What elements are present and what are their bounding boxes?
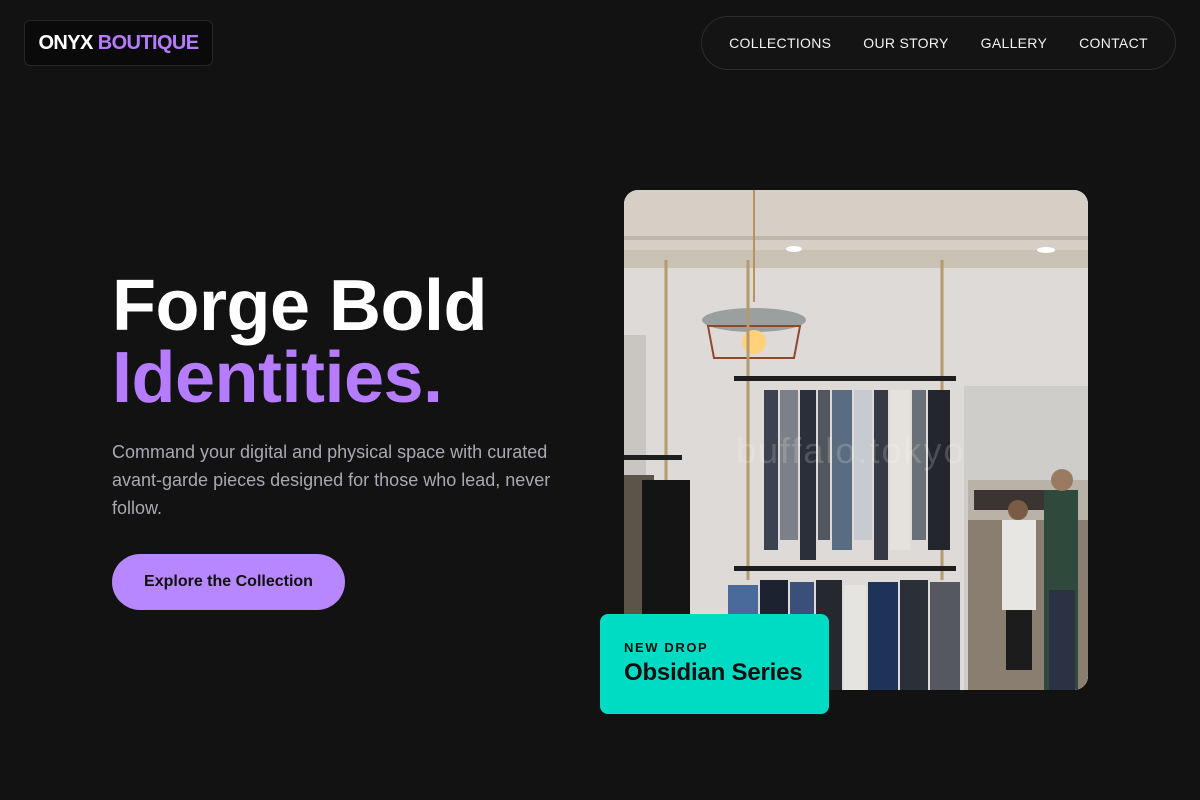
hero-title-line1: Forge Bold — [112, 266, 487, 346]
main-nav: COLLECTIONS OUR STORY GALLERY CONTACT — [701, 16, 1176, 70]
badge-title: Obsidian Series — [624, 659, 803, 686]
photo-watermark: buffalo.tokyo — [736, 430, 966, 471]
hero-title-line2: Identities. — [112, 338, 443, 418]
new-drop-badge[interactable]: NEW DROP Obsidian Series — [600, 614, 829, 714]
brand-logo[interactable]: ONYX BOUTIQUE — [24, 20, 213, 66]
nav-link-our-story[interactable]: OUR STORY — [847, 35, 964, 51]
nav-link-contact[interactable]: CONTACT — [1063, 35, 1164, 51]
nav-link-gallery[interactable]: GALLERY — [965, 35, 1063, 51]
hero-title: Forge Bold Identities. — [112, 270, 487, 414]
nav-link-collections[interactable]: COLLECTIONS — [713, 35, 847, 51]
explore-collection-button[interactable]: Explore the Collection — [112, 554, 345, 610]
badge-kicker: NEW DROP — [624, 640, 709, 655]
brand-name-secondary: BOUTIQUE — [97, 31, 199, 54]
hero-description: Command your digital and physical space … — [112, 442, 551, 518]
brand-name-primary: ONYX — [38, 31, 93, 54]
